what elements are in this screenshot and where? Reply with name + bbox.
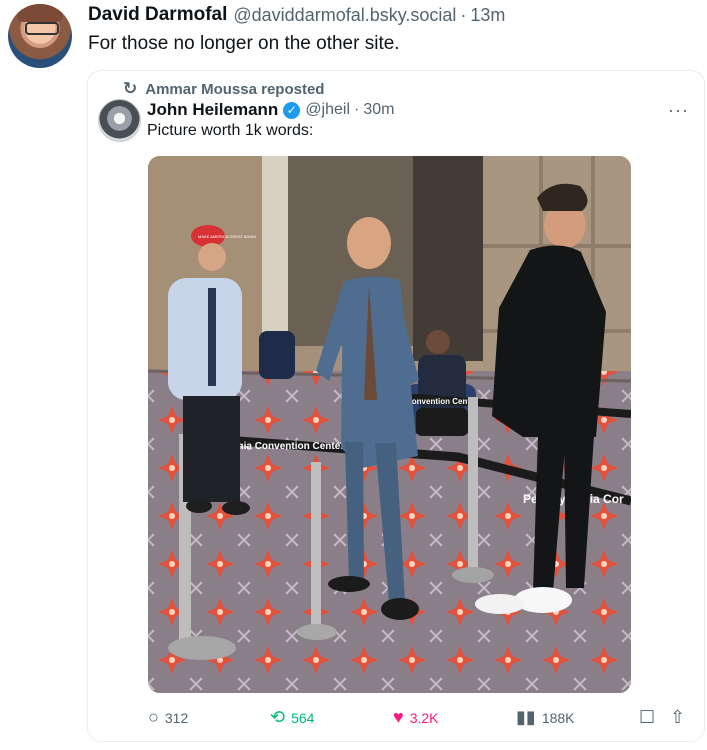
repost-indicator: ↻ Ammar Moussa reposted <box>123 79 324 99</box>
views-action[interactable]: ▮▮ 188K <box>516 707 575 728</box>
reply-icon: ○ <box>148 707 159 727</box>
repost-action[interactable]: ⟲ 564 <box>270 707 314 728</box>
more-options-icon[interactable]: ··· <box>668 100 689 121</box>
quoted-post-header: John Heilemann ✓ @jheil · 30m <box>147 99 394 121</box>
quoted-author-handle[interactable]: @jheil <box>305 101 350 119</box>
verified-badge-icon: ✓ <box>283 101 301 119</box>
bookmark-action[interactable]: ☐ <box>639 707 655 728</box>
outer-post-header: David Darmofal @daviddarmofal.bsky.socia… <box>88 2 505 28</box>
outer-author-name[interactable]: David Darmofal <box>88 4 227 26</box>
hat-text: MAKE AMERICA GREAT AGAIN <box>198 234 256 239</box>
quoted-separator: · <box>354 101 360 118</box>
views-icon: ▮▮ <box>516 707 536 727</box>
repost-icon: ⟲ <box>270 707 286 727</box>
outer-author-avatar[interactable] <box>8 4 72 68</box>
quoted-author-avatar[interactable] <box>98 99 141 142</box>
views-count: 188K <box>541 709 575 726</box>
outer-separator: · <box>460 4 467 25</box>
post-photo[interactable]: Pennsylvania Convention Center Pennsylva… <box>148 156 631 693</box>
repost-icon: ↻ <box>123 79 138 98</box>
outer-author-handle[interactable]: @daviddarmofal.bsky.social <box>233 5 456 26</box>
quoted-post-text: Picture worth 1k words: <box>147 122 314 139</box>
share-action[interactable]: ⇧ <box>670 707 685 728</box>
share-icon: ⇧ <box>670 707 686 727</box>
heart-icon: ♥ <box>393 707 404 727</box>
bookmark-icon: ☐ <box>639 707 656 727</box>
photo-illustration: Pennsylvania Convention Center Pennsylva… <box>148 156 631 693</box>
reply-action[interactable]: ○ 312 <box>148 707 188 728</box>
reply-count: 312 <box>164 709 189 726</box>
belt-text-back: Convention Center <box>406 397 478 406</box>
quoted-post-time[interactable]: 30m <box>363 101 394 119</box>
repost-count: 564 <box>291 709 315 726</box>
like-action[interactable]: ♥ 3.2K <box>393 707 439 728</box>
repost-label[interactable]: Ammar Moussa reposted <box>145 81 324 98</box>
outer-post-text: For those no longer on the other site. <box>88 33 400 54</box>
like-count: 3.2K <box>409 709 439 726</box>
outer-post-time[interactable]: 13m <box>470 5 505 26</box>
quoted-author-name[interactable]: John Heilemann <box>147 100 278 120</box>
